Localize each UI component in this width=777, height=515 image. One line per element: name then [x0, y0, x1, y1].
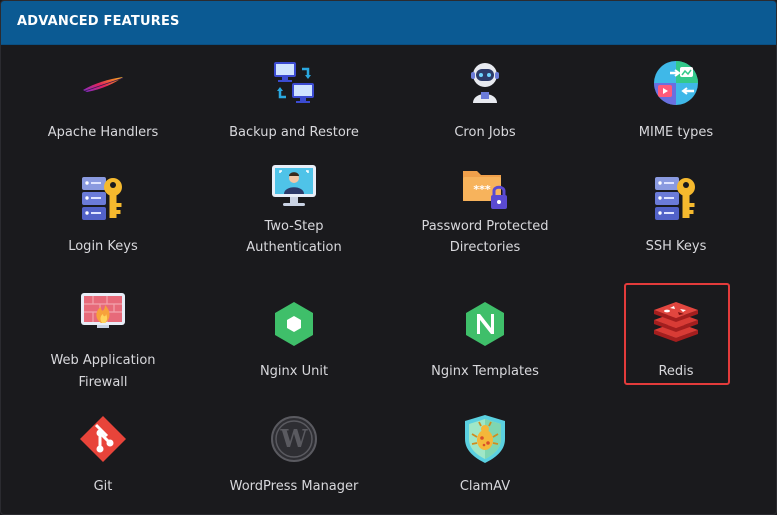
password-directories-label-line2: Directories	[449, 240, 521, 255]
login-keys-label: Login Keys	[68, 239, 138, 254]
svg-text:W: W	[280, 424, 309, 453]
password-directories-tile[interactable]: *** Password Protected Directories	[395, 163, 575, 269]
server-key-icon	[650, 173, 702, 225]
apache-handlers-label: Apache Handlers	[47, 125, 159, 140]
server-key-icon	[77, 173, 129, 225]
nginx-templates-label: Nginx Templates	[431, 364, 539, 379]
redis-tile[interactable]: Redis	[586, 298, 766, 404]
waf-label-line1: Web Application	[50, 353, 156, 368]
advanced-features-panel: ADVANCED FEATURES Apache Handlers Backup…	[0, 0, 777, 515]
git-label: Git	[93, 479, 113, 494]
backup-restore-label: Backup and Restore	[229, 125, 359, 140]
mime-types-label: MIME types	[638, 125, 714, 140]
two-step-auth-label-line2: Authentication	[246, 240, 342, 255]
waf-tile[interactable]: Web Application Firewall	[13, 287, 193, 393]
redis-stack-icon	[650, 298, 702, 350]
password-directories-label-line1: Password Protected	[421, 219, 549, 234]
wordpress-manager-tile[interactable]: W WordPress Manager	[204, 413, 384, 514]
panel-header: ADVANCED FEATURES	[1, 1, 776, 45]
backup-monitors-icon	[268, 59, 320, 111]
backup-restore-tile[interactable]: Backup and Restore	[204, 59, 384, 165]
apache-feather-icon	[77, 59, 129, 111]
robot-icon	[459, 59, 511, 111]
ssh-keys-label: SSH Keys	[645, 239, 707, 254]
panel-title: ADVANCED FEATURES	[17, 14, 180, 29]
ssh-keys-tile[interactable]: SSH Keys	[586, 173, 766, 279]
apache-handlers-tile[interactable]: Apache Handlers	[13, 59, 193, 165]
mime-types-tile[interactable]: MIME types	[586, 59, 766, 165]
git-icon	[77, 413, 129, 465]
cron-jobs-label: Cron Jobs	[454, 125, 516, 140]
clamav-shield-icon	[459, 413, 511, 465]
folder-lock-icon: ***	[459, 163, 511, 215]
cron-jobs-tile[interactable]: Cron Jobs	[395, 59, 575, 165]
waf-label-line2: Firewall	[78, 375, 128, 390]
nginx-unit-tile[interactable]: Nginx Unit	[204, 298, 384, 404]
nginx-templates-tile[interactable]: Nginx Templates	[395, 298, 575, 404]
redis-label: Redis	[658, 364, 694, 379]
firewall-icon	[77, 287, 129, 339]
wordpress-manager-label: WordPress Manager	[229, 479, 359, 494]
two-step-auth-label-line1: Two-Step	[264, 219, 324, 234]
hexagon-icon	[268, 298, 320, 350]
nginx-unit-label: Nginx Unit	[259, 364, 329, 379]
clamav-label: ClamAV	[459, 479, 511, 494]
login-keys-tile[interactable]: Login Keys	[13, 173, 193, 279]
monitor-user-icon	[268, 163, 320, 215]
clamav-tile[interactable]: ClamAV	[395, 413, 575, 514]
svg-text:***: ***	[473, 183, 491, 196]
wordpress-icon: W	[268, 413, 320, 465]
two-step-auth-tile[interactable]: Two-Step Authentication	[204, 163, 384, 269]
git-tile[interactable]: Git	[13, 413, 193, 514]
nginx-n-icon	[459, 298, 511, 350]
mime-icon	[650, 59, 702, 111]
